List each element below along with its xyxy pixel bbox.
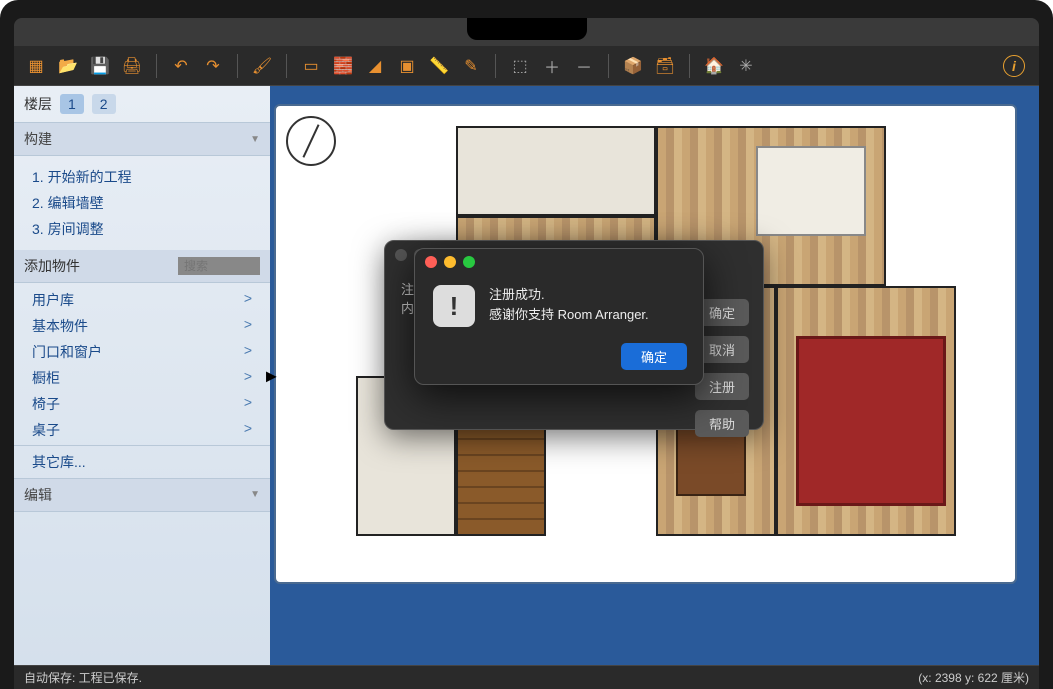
status-bar: 自动保存: 工程已保存. (x: 2398 y: 622 厘米) [14, 665, 1039, 689]
add-header-label: 添加物件 [24, 256, 80, 276]
main-toolbar: ▦ 📂 💾 🖨 ↶ ↷ 🖌 ▭ 🧱 ◢ ▣ 📏 ✎ ⬚ ＋ － 📦 🗃 🏠 ✳ … [14, 46, 1039, 86]
floor-1-button[interactable]: 1 [60, 94, 84, 114]
ok-button[interactable]: 确定 [621, 343, 687, 370]
grid-icon[interactable]: ▦ [22, 52, 50, 80]
dialog-line-1: 注册成功. [489, 285, 649, 305]
category-doors-windows[interactable]: 门口和窗户> [32, 339, 252, 365]
category-basic[interactable]: 基本物件> [32, 313, 252, 339]
maximize-icon[interactable] [463, 256, 475, 268]
other-libraries[interactable]: 其它库... [14, 445, 270, 478]
edit-header-label: 编辑 [24, 485, 52, 505]
print-icon[interactable]: 🖨 [118, 52, 146, 80]
build-item-room-adjust[interactable]: 3. 房间调整 [32, 216, 252, 242]
3d-view-icon[interactable]: 🏠 [700, 52, 728, 80]
close-icon[interactable] [395, 249, 407, 261]
compass-icon [286, 116, 336, 166]
add-objects-header: 添加物件 [14, 250, 270, 283]
build-item-new-project[interactable]: 1. 开始新的工程 [32, 164, 252, 190]
toolbar-separator [495, 54, 496, 78]
brush-icon[interactable]: 🖌 [248, 52, 276, 80]
pencil-icon[interactable]: ✎ [457, 52, 485, 80]
build-section-header[interactable]: 构建 ▼ [14, 122, 270, 156]
status-coordinates: (x: 2398 y: 622 厘米) [918, 669, 1029, 686]
gear-icon[interactable]: ✳ [732, 52, 760, 80]
toolbar-separator [156, 54, 157, 78]
redo-icon[interactable]: ↷ [199, 52, 227, 80]
floor-label: 楼层 [24, 94, 52, 114]
minimize-icon[interactable] [444, 256, 456, 268]
package-icon[interactable]: 🗃 [651, 52, 679, 80]
corner-icon[interactable]: ◢ [361, 52, 389, 80]
exclamation-icon: ! [433, 285, 475, 327]
category-tables[interactable]: 桌子> [32, 417, 252, 443]
box-icon[interactable]: 📦 [619, 52, 647, 80]
success-dialog: ! 注册成功. 感谢你支持 Room Arranger. 确定 [414, 248, 704, 385]
cube-icon[interactable]: ▣ [393, 52, 421, 80]
zoom-out-icon[interactable]: － [570, 52, 598, 80]
toolbar-separator [286, 54, 287, 78]
bricks-icon[interactable]: 🧱 [329, 52, 357, 80]
measure-icon[interactable]: 📏 [425, 52, 453, 80]
open-icon[interactable]: 📂 [54, 52, 82, 80]
category-cabinets[interactable]: 橱柜> [32, 365, 252, 391]
chevron-down-icon: ▼ [250, 489, 260, 500]
category-chairs[interactable]: 椅子> [32, 391, 252, 417]
toolbar-separator [608, 54, 609, 78]
select-icon[interactable]: ⬚ [506, 52, 534, 80]
search-input[interactable] [178, 257, 260, 275]
floor-2-button[interactable]: 2 [92, 94, 116, 114]
save-icon[interactable]: 💾 [86, 52, 114, 80]
undo-icon[interactable]: ↶ [167, 52, 195, 80]
category-list: 用户库> 基本物件> 门口和窗户> 橱柜> 椅子> 桌子> 浴室> 卧室> 厨房… [14, 283, 270, 445]
floor-selector: 楼层 1 2 [14, 86, 270, 122]
sidebar-expand-handle[interactable]: ▶ [266, 367, 277, 384]
dialog-line-2: 感谢你支持 Room Arranger. [489, 305, 649, 325]
zoom-in-icon[interactable]: ＋ [538, 52, 566, 80]
bg-help-button[interactable]: 帮助 [695, 410, 749, 437]
build-header-label: 构建 [24, 129, 52, 149]
build-item-edit-walls[interactable]: 2. 编辑墙壁 [32, 190, 252, 216]
toolbar-separator [237, 54, 238, 78]
chevron-down-icon: ▼ [250, 134, 260, 145]
toolbar-separator [689, 54, 690, 78]
sidebar: 楼层 1 2 构建 ▼ 1. 开始新的工程 2. 编辑墙壁 3. 房间调整 添加… [14, 86, 270, 665]
status-left: 自动保存: 工程已保存. [24, 669, 142, 686]
wall-icon[interactable]: ▭ [297, 52, 325, 80]
edit-section-header[interactable]: 编辑 ▼ [14, 478, 270, 512]
close-icon[interactable] [425, 256, 437, 268]
info-icon[interactable]: i [1003, 55, 1025, 77]
category-user-lib[interactable]: 用户库> [32, 287, 252, 313]
